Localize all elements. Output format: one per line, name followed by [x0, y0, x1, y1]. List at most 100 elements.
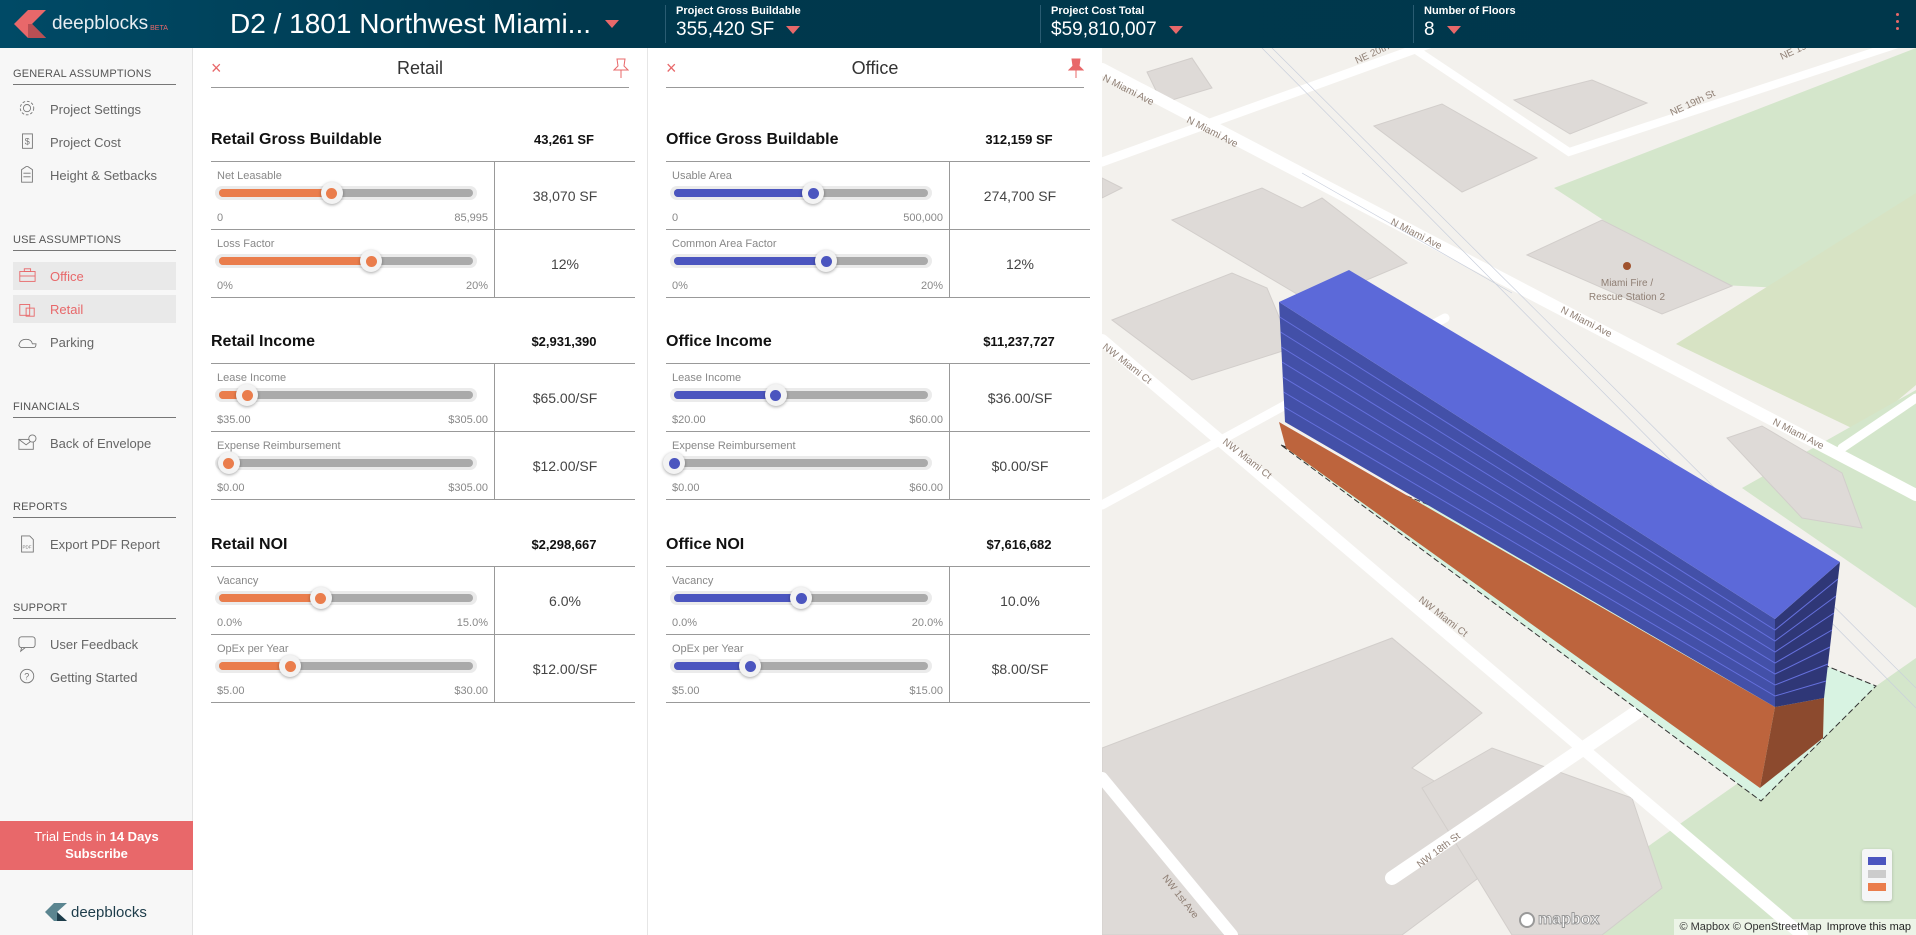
slider-value[interactable]: 10.0%	[949, 567, 1090, 634]
slider-thumb[interactable]	[764, 384, 787, 406]
opex-per-year-slider[interactable]	[215, 655, 477, 677]
subscribe-link[interactable]: Subscribe	[65, 846, 128, 861]
slider-value[interactable]: $12.00/SF	[494, 432, 635, 499]
sidebar-item-height-setbacks[interactable]: Height & Setbacks	[13, 161, 176, 189]
close-icon[interactable]: ×	[211, 48, 222, 88]
slider-value[interactable]: $65.00/SF	[494, 364, 635, 431]
sidebar-item-label: Project Settings	[50, 101, 142, 117]
sidebar-item-back-of-envelope[interactable]: Back of Envelope	[13, 429, 176, 457]
mapbox-logo[interactable]: mapbox	[1519, 911, 1600, 929]
chat-icon	[18, 636, 36, 653]
section-title: Retail NOI	[211, 535, 288, 553]
expense-reimbursement-slider[interactable]	[215, 452, 477, 474]
caret-down-icon[interactable]	[786, 26, 801, 34]
assumption-row: Expense Reimbursement $0.00 $60.00 $0.00/SF	[663, 432, 1090, 500]
slider-thumb[interactable]	[217, 452, 240, 474]
attribution-text[interactable]: © Mapbox © OpenStreetMap	[1679, 921, 1821, 933]
caret-down-icon[interactable]	[1168, 26, 1183, 34]
stat-label: Project Cost Total	[1051, 5, 1145, 17]
opex-per-year-slider[interactable]	[670, 655, 932, 677]
shopping-bag-icon	[19, 304, 35, 317]
envelope-check-icon	[18, 434, 37, 450]
sidebar-section-heading: FINANCIALS	[13, 401, 176, 418]
sidebar-item-project-settings[interactable]: Project Settings	[13, 95, 176, 123]
stat-floors[interactable]: Number of Floors 8	[1413, 5, 1516, 43]
sidebar-item-label: Export PDF Report	[50, 536, 160, 552]
sidebar-item-parking[interactable]: Parking	[13, 328, 176, 356]
map-view[interactable]: NE 20th St NE 19th St NE 19th St N Miami…	[1102, 48, 1916, 935]
retail-section: Retail NOI $2,298,667 Vacancy 0.0% 15.0% 6.0%…	[211, 523, 635, 703]
slider-max: $60.00	[909, 482, 943, 494]
pin-icon[interactable]	[1068, 58, 1084, 78]
assumption-row: Vacancy 0.0% 20.0% 10.0%	[666, 567, 1090, 635]
slider-thumb[interactable]	[309, 587, 332, 609]
sidebar-item-getting-started[interactable]: ? Getting Started	[13, 663, 176, 691]
slider-thumb[interactable]	[236, 384, 259, 406]
assumption-row: Net Leasable 0 85,995 38,070 SF	[211, 162, 635, 230]
expense-reimbursement-slider[interactable]	[663, 452, 932, 474]
slider-thumb[interactable]	[802, 182, 825, 204]
slider-thumb[interactable]	[279, 655, 302, 677]
common-area-factor-slider[interactable]	[670, 250, 932, 272]
net-leasable-slider[interactable]	[215, 182, 477, 204]
vacancy-slider[interactable]	[670, 587, 932, 609]
project-selector[interactable]: D2 / 1801 Northwest Miami...	[230, 8, 620, 40]
stat-label: Number of Floors	[1424, 5, 1516, 17]
sidebar-item-label: Retail	[50, 301, 84, 317]
receipt-dollar-icon: $	[22, 133, 33, 149]
slider-thumb[interactable]	[360, 250, 383, 272]
slider-thumb[interactable]	[663, 452, 685, 474]
close-icon[interactable]: ×	[666, 48, 677, 88]
map-canvas[interactable]: NE 20th St NE 19th St NE 19th St N Miami…	[1102, 48, 1916, 935]
map-legend[interactable]	[1862, 849, 1892, 901]
usable-area-slider[interactable]	[670, 182, 932, 204]
slider-min: $20.00	[672, 414, 706, 426]
slider-thumb[interactable]	[790, 587, 812, 609]
slider-label: Loss Factor	[217, 238, 275, 250]
vacancy-slider[interactable]	[215, 587, 477, 609]
sidebar-section-heading: REPORTS	[13, 501, 176, 518]
slider-value[interactable]: 274,700 SF	[949, 162, 1090, 229]
loss-factor-slider[interactable]	[215, 250, 477, 272]
stat-value: 8	[1424, 19, 1435, 40]
lease-income-slider[interactable]	[670, 384, 932, 406]
sidebar-item-user-feedback[interactable]: User Feedback	[13, 630, 176, 658]
slider-thumb[interactable]	[739, 655, 762, 677]
deepblocks-logo[interactable]: deepblocks BETA	[14, 10, 168, 38]
slider-max: 20%	[465, 280, 488, 292]
slider-value[interactable]: 12%	[494, 230, 635, 297]
stat-project-cost[interactable]: Project Cost Total $59,810,007	[1040, 5, 1183, 43]
slider-thumb[interactable]	[815, 250, 838, 272]
stat-value: $59,810,007	[1051, 19, 1157, 40]
improve-map-link[interactable]: Improve this map	[1827, 921, 1911, 933]
slider-label: Usable Area	[672, 170, 732, 182]
caret-down-icon[interactable]	[1446, 26, 1461, 34]
office-section: Office Income $11,237,727 Lease Income $20.…	[663, 320, 1090, 500]
slider-value[interactable]: 38,070 SF	[494, 162, 635, 229]
section-total: 312,159 SF	[985, 132, 1053, 147]
trial-subscribe-banner[interactable]: Trial Ends in 14 Days Subscribe	[0, 821, 193, 870]
lease-income-slider[interactable]	[215, 384, 477, 406]
slider-thumb[interactable]	[320, 182, 343, 204]
panel-title: Office	[851, 58, 899, 78]
sidebar-item-project-cost[interactable]: $ Project Cost	[13, 128, 176, 156]
sidebar-item-label: Office	[50, 268, 84, 284]
slider-label: Lease Income	[217, 372, 287, 384]
sidebar-item-office[interactable]: Office	[13, 262, 176, 290]
slider-value[interactable]: $36.00/SF	[949, 364, 1090, 431]
sidebar-item-retail[interactable]: Retail	[13, 295, 176, 323]
assumption-row: OpEx per Year $5.00 $15.00 $8.00/SF	[666, 635, 1090, 703]
slider-label: OpEx per Year	[672, 643, 744, 655]
sidebar-item-export-pdf-report[interactable]: PDF Export PDF Report	[13, 530, 176, 558]
stat-gross-buildable[interactable]: Project Gross Buildable 355,420 SF	[665, 5, 801, 43]
street-label: N Miami Ave	[1559, 305, 1614, 340]
slider-label: Lease Income	[672, 372, 742, 384]
pin-icon[interactable]	[613, 58, 629, 78]
slider-value[interactable]: $0.00/SF	[949, 432, 1090, 499]
slider-value[interactable]: 6.0%	[494, 567, 635, 634]
slider-value[interactable]: 12%	[949, 230, 1090, 297]
more-menu-icon[interactable]	[1896, 13, 1900, 34]
sidebar-item-label: Getting Started	[50, 669, 138, 685]
slider-value[interactable]: $12.00/SF	[494, 635, 635, 702]
slider-value[interactable]: $8.00/SF	[949, 635, 1090, 702]
